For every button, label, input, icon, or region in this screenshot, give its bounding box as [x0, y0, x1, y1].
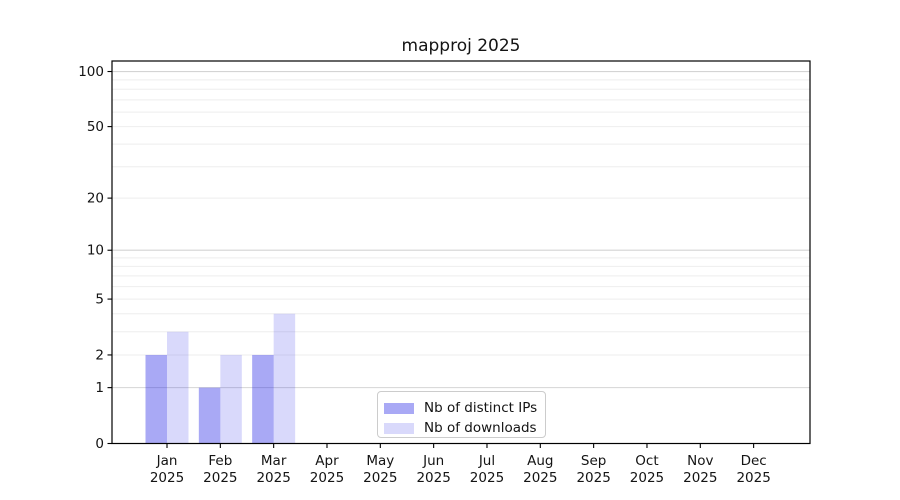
x-tick-label-year: 2025: [363, 470, 397, 486]
x-tick-label-month: May: [366, 453, 394, 469]
legend-item-distinct-ips: Nb of distinct IPs: [384, 398, 545, 418]
bar-layer: [146, 314, 296, 444]
grid-layer: [112, 72, 810, 388]
x-tick-label-month: Oct: [635, 453, 658, 469]
legend-swatch-downloads: [384, 423, 414, 434]
bar-feb-series1: [220, 355, 242, 444]
x-tick-label-month: Jun: [422, 453, 444, 469]
x-tick-label-year: 2025: [150, 470, 184, 486]
x-tick-label-year: 2025: [256, 470, 290, 486]
x-tick-label-year: 2025: [470, 470, 504, 486]
x-tick-label-month: Feb: [208, 453, 232, 469]
y-tick-label: 10: [87, 243, 104, 259]
y-tick-label: 2: [95, 347, 104, 363]
x-tick-label-month: Jan: [156, 453, 178, 469]
x-tick-label-year: 2025: [576, 470, 610, 486]
plot-border: [112, 61, 810, 444]
x-tick-label-month: Jul: [478, 453, 495, 469]
bar-mar-series0: [252, 355, 274, 444]
legend-label-distinct-ips: Nb of distinct IPs: [424, 400, 537, 416]
y-tick-label: 100: [78, 64, 104, 80]
x-tick-label-month: Aug: [527, 453, 553, 469]
y-tick-label: 5: [95, 292, 104, 308]
bar-mar-series1: [274, 314, 296, 444]
x-tick-label-year: 2025: [736, 470, 770, 486]
y-tick-label: 0: [95, 436, 104, 452]
download-stats-chart: 0125102050100Jan2025Feb2025Mar2025Apr202…: [0, 0, 900, 500]
x-tick-label-month: Apr: [315, 453, 339, 469]
y-tick-label: 1: [95, 380, 104, 396]
x-tick-label-year: 2025: [416, 470, 450, 486]
legend-swatch-distinct-ips: [384, 403, 414, 414]
x-tick-label-month: Nov: [687, 453, 713, 469]
bar-jan-series0: [146, 355, 168, 444]
y-tick-label: 20: [87, 191, 104, 207]
x-tick-label-year: 2025: [203, 470, 237, 486]
y-tick-label: 50: [87, 119, 104, 135]
bar-jan-series1: [167, 332, 189, 444]
x-tick-label-year: 2025: [683, 470, 717, 486]
x-tick-label-year: 2025: [523, 470, 557, 486]
bar-feb-series0: [199, 388, 221, 444]
x-tick-label-month: Mar: [261, 453, 287, 469]
x-tick-label-month: Dec: [741, 453, 767, 469]
chart-title: mapproj 2025: [402, 36, 521, 56]
legend-item-downloads: Nb of downloads: [384, 418, 545, 438]
legend-label-downloads: Nb of downloads: [424, 420, 537, 436]
x-tick-label-year: 2025: [310, 470, 344, 486]
x-tick-label-month: Sep: [581, 453, 606, 469]
x-tick-label-year: 2025: [630, 470, 664, 486]
legend: Nb of distinct IPs Nb of downloads: [377, 391, 546, 438]
